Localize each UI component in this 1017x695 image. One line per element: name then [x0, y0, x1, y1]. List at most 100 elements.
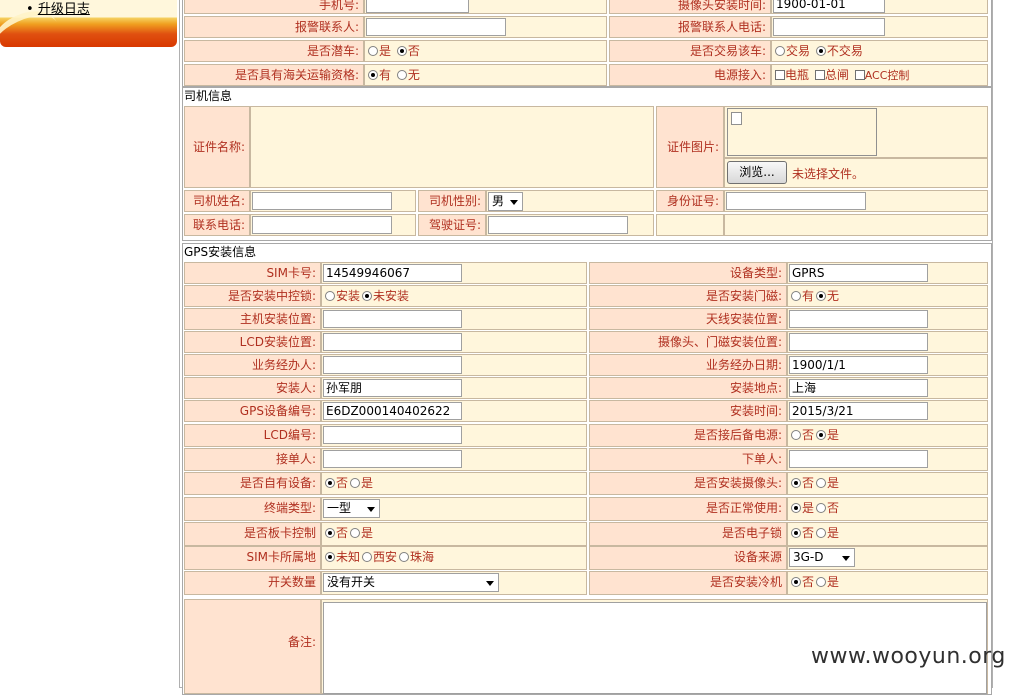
checkbox-main-switch[interactable]: [814, 70, 825, 80]
radio-button[interactable]: [325, 552, 335, 562]
radio-yes[interactable]: [368, 46, 378, 56]
text-input[interactable]: 1900/1/1: [789, 356, 928, 374]
field-label: 备注:: [184, 599, 321, 694]
id-number-input[interactable]: [726, 192, 866, 210]
driver-phone-input[interactable]: [252, 216, 392, 234]
field-label: LCD编号:: [184, 424, 321, 447]
radio-none[interactable]: [396, 70, 407, 80]
radio-button[interactable]: [325, 528, 335, 538]
text-input[interactable]: [789, 450, 928, 468]
field-value-cell: [321, 448, 587, 471]
cert-name-area[interactable]: [250, 106, 654, 188]
dropdown-select[interactable]: 没有开关: [323, 573, 499, 592]
radio-button[interactable]: [362, 552, 373, 562]
option-label: 不交易: [826, 44, 863, 58]
field-value-cell: 安装 未安装: [321, 285, 587, 307]
radio-button[interactable]: [816, 478, 827, 488]
camera-install-time-input[interactable]: 1900-01-01: [773, 0, 885, 13]
option-label: 安装: [336, 289, 361, 303]
radio-button[interactable]: [791, 503, 801, 513]
field-value-cell: 没有开关: [321, 571, 587, 595]
text-input[interactable]: [323, 426, 462, 444]
radio-button[interactable]: [791, 478, 801, 488]
driver-gender-cell: 男: [486, 190, 654, 212]
option-label: 未安装: [373, 289, 410, 303]
left-sidebar: • 升级日志: [0, 0, 178, 685]
field-value-cell: 否是: [321, 472, 587, 495]
field-label: 安装时间:: [589, 400, 787, 422]
radio-trade[interactable]: [775, 46, 785, 56]
license-cell: [486, 214, 654, 236]
text-input[interactable]: E6DZ000140402622: [323, 402, 462, 420]
radio-button[interactable]: [816, 291, 827, 301]
field-value-cell: 否是: [787, 472, 988, 495]
no-file-text: 未选择文件。: [792, 167, 865, 181]
radio-no-trade[interactable]: [815, 46, 826, 56]
radio-button[interactable]: [816, 430, 827, 440]
radio-button[interactable]: [362, 291, 373, 301]
field-value-cell: 否是: [787, 571, 988, 595]
dropdown-select[interactable]: 一型: [323, 499, 380, 518]
radio-button[interactable]: [325, 478, 335, 488]
checkbox-battery[interactable]: [775, 70, 785, 80]
radio-button[interactable]: [325, 291, 335, 301]
gender-select[interactable]: 男: [488, 192, 523, 211]
dropdown-select[interactable]: 3G-D: [789, 548, 855, 567]
radio-have[interactable]: [368, 70, 378, 80]
alarm-phone-input[interactable]: [773, 18, 885, 36]
text-input[interactable]: 2015/3/21: [789, 402, 928, 420]
field-label: GPS设备编号:: [184, 400, 321, 422]
option-label: 是: [802, 501, 815, 515]
select-value: 一型: [327, 501, 352, 515]
text-input[interactable]: GPRS: [789, 264, 928, 282]
phone-input[interactable]: [366, 0, 469, 13]
trade-radio-group: 交易 不交易: [771, 40, 988, 62]
text-input[interactable]: [323, 310, 462, 328]
field-label: 报警联系人电话:: [609, 16, 771, 38]
radio-button[interactable]: [816, 528, 827, 538]
field-value-cell: 一型: [321, 497, 587, 521]
radio-button[interactable]: [350, 528, 361, 538]
field-value-cell: [321, 424, 587, 447]
driver-name-input[interactable]: [252, 192, 392, 210]
field-label: 是否电子锁: [589, 522, 787, 546]
text-input[interactable]: [789, 333, 928, 351]
radio-no[interactable]: [396, 46, 407, 56]
radio-button[interactable]: [399, 552, 410, 562]
radio-button[interactable]: [791, 430, 801, 440]
customs-radio-group: 有 无: [364, 64, 607, 86]
option-label: 否: [802, 575, 815, 589]
checkbox-acc[interactable]: [854, 70, 865, 80]
option-label: 有: [379, 68, 392, 82]
option-label: 是: [827, 526, 840, 540]
browse-button[interactable]: 浏览...: [727, 161, 787, 184]
field-label: 下单人:: [589, 448, 787, 471]
radio-button[interactable]: [816, 577, 827, 587]
alarm-phone-cell: [771, 16, 988, 38]
field-label: 摄像头安装时间:: [609, 0, 771, 14]
text-input[interactable]: [323, 333, 462, 351]
radio-button[interactable]: [816, 503, 827, 513]
option-label: 是: [827, 476, 840, 490]
option-label: 有: [802, 289, 815, 303]
text-input[interactable]: 孙军朋: [323, 379, 462, 397]
alarm-contact-cell: [364, 16, 607, 38]
upgrade-log-link[interactable]: 升级日志: [38, 2, 90, 17]
option-label: 是: [379, 44, 392, 58]
power-checkbox-group: 电瓶 总闸 ACC控制: [771, 64, 988, 86]
sidebar-item-upgrade-log[interactable]: • 升级日志: [26, 0, 90, 17]
text-input[interactable]: 14549946067: [323, 264, 462, 282]
field-value-cell: [787, 331, 988, 353]
radio-button[interactable]: [791, 291, 801, 301]
field-value-cell: [787, 308, 988, 330]
text-input[interactable]: 上海: [789, 379, 928, 397]
text-input[interactable]: [323, 356, 462, 374]
alarm-contact-input[interactable]: [366, 18, 506, 36]
radio-button[interactable]: [350, 478, 361, 488]
radio-button[interactable]: [791, 528, 801, 538]
license-input[interactable]: [488, 216, 628, 234]
radio-button[interactable]: [791, 577, 801, 587]
text-input[interactable]: [789, 310, 928, 328]
gps-install-section: GPS安装信息 SIM卡号: 14549946067 设备类型: GPRS 是否安装中控…: [182, 243, 992, 695]
text-input[interactable]: [323, 450, 462, 468]
